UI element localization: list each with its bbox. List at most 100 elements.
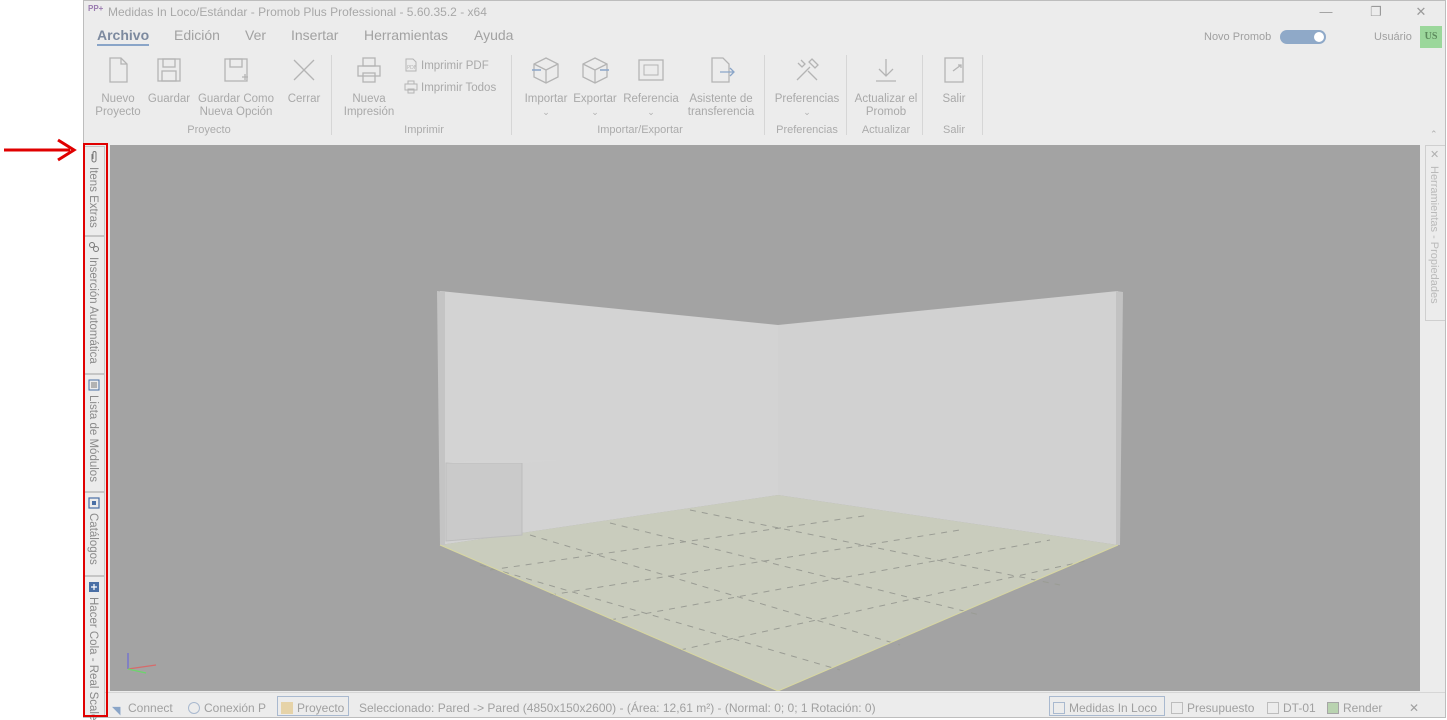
proyecto-status-tab[interactable]: Proyecto — [277, 696, 349, 716]
novo-promob-label: Novo Promob — [1204, 31, 1272, 43]
referencia-button[interactable]: Referencia ⌄ — [622, 55, 680, 119]
right-tools-panel[interactable]: ✕ Herramientas - Propiedades — [1425, 145, 1445, 321]
dt-tab[interactable]: DT-01 — [1267, 701, 1316, 715]
presupuesto-tab[interactable]: Presupuesto — [1171, 701, 1254, 715]
exportar-button[interactable]: Exportar ⌄ — [572, 55, 618, 119]
window-title: Medidas In Loco/Estándar - Promob Plus P… — [108, 5, 487, 19]
nuevo-proyecto-label: Nuevo Proyecto — [95, 93, 141, 118]
imprimir-todos-button[interactable]: Imprimir Todos — [404, 80, 496, 94]
render-label: Render — [1343, 701, 1383, 715]
connect-status[interactable]: ◥ Connect — [112, 701, 173, 717]
ribbon: Nuevo Proyecto Guardar Guardar Como Nuev… — [84, 49, 1445, 141]
collapse-ribbon-icon[interactable]: ⌃ — [1430, 129, 1438, 140]
actualizar-button[interactable]: Actualizar el Promob — [854, 55, 918, 119]
restore-button[interactable]: ❐ — [1354, 2, 1398, 22]
pin-icon[interactable]: ✕ — [1430, 148, 1439, 161]
imprimir-pdf-label: Imprimir PDF — [421, 60, 489, 72]
ribbon-divider — [846, 55, 847, 135]
conexion-label: Conexión P — [204, 701, 267, 715]
cerrar-label: Cerrar — [287, 93, 321, 105]
reference-image-icon — [638, 59, 664, 81]
exportar-chevron-down-icon: ⌄ — [591, 107, 599, 117]
menu-herramientas[interactable]: Herramientas — [364, 27, 448, 43]
guardar-como-button[interactable]: Guardar Como Nueva Opción — [194, 55, 278, 119]
cabinet — [445, 462, 523, 542]
download-arrow-icon — [876, 59, 896, 82]
actualizar-label: Actualizar el Promob — [854, 93, 918, 118]
guardar-como-label: Guardar Como Nueva Opción — [197, 93, 275, 118]
globe-icon — [188, 702, 200, 714]
nuevo-proyecto-button[interactable]: Nuevo Proyecto — [92, 55, 144, 119]
conexion-status[interactable]: Conexión P — [188, 701, 266, 715]
printer-icon — [357, 57, 381, 83]
proyecto-status-label: Proyecto — [297, 701, 345, 715]
exit-icon — [944, 57, 964, 83]
selection-status: Seleccionado: Pared -> Pared (4850x150x2… — [359, 701, 876, 715]
referencia-chevron-down-icon: ⌄ — [647, 107, 655, 117]
connect-label: Connect — [128, 701, 173, 715]
user-label: Usuário — [1374, 31, 1412, 43]
axis-gizmo-icon — [127, 653, 157, 674]
app-window: PP+ Medidas In Loco/Estándar - Promob Pl… — [83, 0, 1446, 718]
menu-archivo[interactable]: Archivo — [97, 27, 150, 46]
document-edit-icon — [1053, 702, 1065, 714]
annotation-arrow — [4, 138, 77, 162]
preferencias-label: Preferencias — [774, 93, 840, 105]
preferencias-chevron-down-icon: ⌄ — [803, 107, 811, 117]
importar-label: Importar — [524, 93, 568, 105]
salir-button[interactable]: Salir — [930, 55, 978, 106]
cerrar-button[interactable]: Cerrar — [280, 55, 328, 106]
nueva-impresion-button[interactable]: Nueva Impresión — [338, 55, 400, 119]
right-panel-label: Herramientas - Propiedades — [1428, 166, 1440, 304]
tools-icon — [796, 58, 819, 81]
print-all-icon — [404, 80, 418, 94]
highlight-box — [83, 143, 108, 717]
menu-edicion[interactable]: Edición — [174, 27, 220, 43]
importar-chevron-down-icon: ⌄ — [542, 107, 550, 117]
imprimir-pdf-button[interactable]: PDF Imprimir PDF — [404, 58, 489, 72]
ribbon-divider — [331, 55, 332, 135]
room-3d-scene — [127, 291, 1123, 691]
medidas-tab[interactable]: Medidas In Loco — [1049, 696, 1165, 716]
folder-icon — [281, 702, 293, 714]
group-importar-exportar-label: Importar/Exportar — [597, 124, 683, 136]
preferencias-button[interactable]: Preferencias ⌄ — [772, 55, 842, 119]
render-tab[interactable]: Render — [1327, 701, 1382, 715]
referencia-label: Referencia — [623, 93, 679, 105]
status-bar: ◥ Connect Conexión P Proyecto Seleccionad… — [84, 692, 1445, 717]
group-proyecto-label: Proyecto — [187, 124, 231, 136]
menu-ayuda[interactable]: Ayuda — [474, 27, 513, 43]
export-cube-icon — [582, 57, 609, 84]
guardar-button[interactable]: Guardar — [146, 55, 192, 106]
transfer-file-icon — [711, 57, 735, 83]
avatar[interactable]: US — [1420, 26, 1442, 48]
svg-text:PDF: PDF — [407, 65, 417, 71]
asistente-label: Asistente de transferencia — [687, 93, 755, 118]
new-file-icon — [109, 57, 128, 83]
title-bar: PP+ Medidas In Loco/Estándar - Promob Pl… — [84, 1, 1445, 23]
wall-left-edge — [437, 291, 445, 545]
salir-label: Salir — [942, 93, 966, 105]
novo-promob-toggle[interactable] — [1280, 30, 1326, 44]
statusbar-close-icon[interactable]: ✕ — [1409, 701, 1419, 715]
close-button[interactable]: ✕ — [1399, 2, 1443, 22]
imprimir-todos-label: Imprimir Todos — [421, 82, 497, 94]
group-imprimir-label: Imprimir — [404, 124, 444, 136]
presupuesto-label: Presupuesto — [1187, 701, 1255, 715]
3d-viewport[interactable] — [110, 145, 1420, 691]
save-icon — [157, 58, 181, 82]
menu-insertar[interactable]: Insertar — [291, 27, 338, 43]
minimize-button[interactable]: — — [1304, 2, 1348, 22]
menu-ver[interactable]: Ver — [245, 27, 266, 43]
medidas-label: Medidas In Loco — [1069, 701, 1158, 715]
save-as-icon — [224, 58, 248, 82]
pdf-icon: PDF — [405, 58, 417, 72]
ribbon-divider — [511, 55, 512, 135]
group-actualizar-label: Actualizar — [861, 124, 911, 136]
asistente-button[interactable]: Asistente de transferencia — [684, 55, 758, 119]
drawing-icon — [1267, 702, 1279, 714]
app-logo-icon: PP+ — [88, 4, 104, 13]
render-image-icon — [1327, 702, 1339, 714]
importar-button[interactable]: Importar ⌄ — [520, 55, 572, 119]
ribbon-divider — [982, 55, 983, 135]
